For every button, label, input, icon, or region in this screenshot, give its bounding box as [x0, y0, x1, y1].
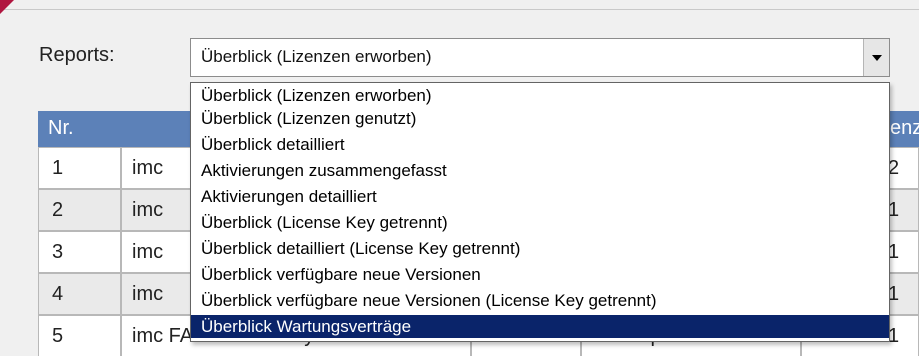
column-header-nr: Nr. — [48, 117, 74, 139]
cell-product: imc — [132, 241, 164, 263]
cell-product: imc — [132, 283, 164, 305]
cell-nr: 3 — [52, 241, 64, 263]
dropdown-option-highlighted[interactable]: Überblick Wartungsverträge — [191, 315, 889, 338]
dropdown-option[interactable]: Aktivierungen zusammengefasst — [191, 159, 889, 182]
dropdown-option[interactable]: Überblick verfügbare neue Versionen (Lic… — [191, 289, 889, 312]
cell-product: imc — [132, 199, 164, 221]
corner-marker — [0, 0, 14, 14]
reports-select[interactable]: Überblick (Lizenzen erworben) — [190, 38, 890, 77]
dropdown-option[interactable]: Überblick (Lizenzen erworben) — [191, 84, 889, 107]
chevron-down-icon — [872, 55, 882, 61]
dropdown-button[interactable] — [863, 39, 889, 76]
dropdown-option[interactable]: Aktivierungen detailliert — [191, 185, 889, 208]
column-header-partial: enz — [890, 117, 919, 139]
dropdown-option[interactable]: Überblick detailliert (License Key getre… — [191, 237, 889, 260]
reports-select-value: Überblick (Lizenzen erworben) — [201, 47, 432, 66]
dropdown-option[interactable]: Überblick (License Key getrennt) — [191, 211, 889, 234]
dropdown-option[interactable]: Überblick (Lizenzen genutzt) — [191, 107, 889, 130]
reports-label: Reports: — [39, 44, 115, 66]
cell-nr: 1 — [52, 157, 64, 179]
reports-dropdown-list: Überblick (Lizenzen erworben) Überblick … — [190, 82, 890, 342]
top-divider — [0, 9, 919, 10]
cell-nr: 4 — [52, 283, 64, 305]
cell-nr: 5 — [52, 325, 64, 347]
dropdown-option[interactable]: Überblick detailliert — [191, 133, 889, 156]
dropdown-option[interactable]: Überblick verfügbare neue Versionen — [191, 263, 889, 286]
cell-product: imc — [132, 157, 164, 179]
cell-nr: 2 — [52, 199, 64, 221]
